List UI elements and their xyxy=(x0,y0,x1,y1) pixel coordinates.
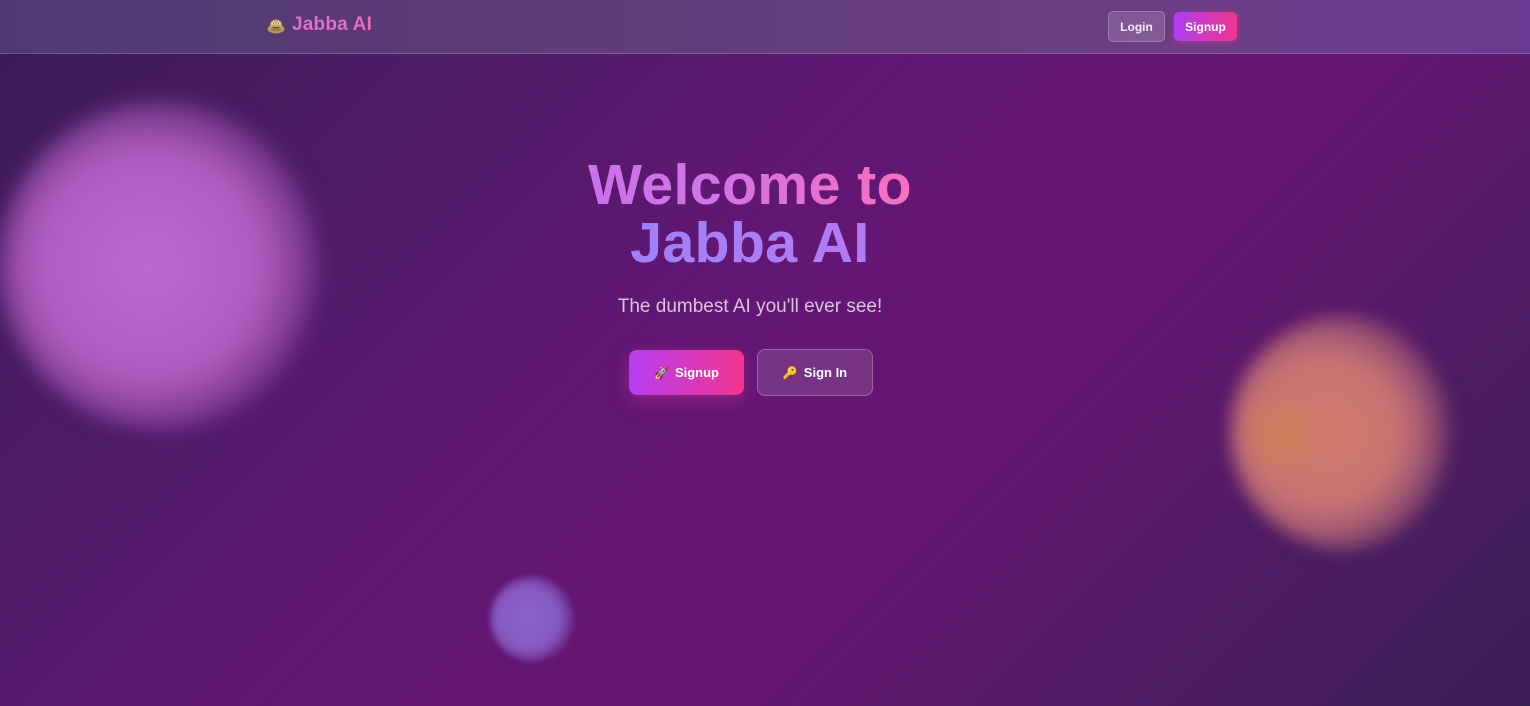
brand-logo[interactable]: Jabba AI xyxy=(266,14,372,36)
hero-title-line1: Welcome to xyxy=(465,156,1035,214)
hero-subtitle: The dumbest AI you'll ever see! xyxy=(617,296,883,317)
brand-name: Jabba AI xyxy=(292,14,373,35)
nav-signup-button[interactable]: Signup xyxy=(1174,12,1237,41)
background-blob-violet xyxy=(490,576,575,661)
hero-signup-button[interactable]: 🚀 Signup xyxy=(629,350,744,395)
hero-title-line2: Jabba AI xyxy=(465,214,1035,272)
hero-title: Welcome to Jabba AI xyxy=(465,156,1035,272)
rocket-icon: 🚀 xyxy=(654,365,669,380)
background-blob-orange-core xyxy=(1245,380,1315,490)
background-blob-orange xyxy=(1230,315,1465,550)
hero-signin-label: Sign In xyxy=(803,365,848,380)
background-blob-pink xyxy=(0,100,330,430)
key-icon: 🔑 xyxy=(782,365,798,380)
hero-signin-button[interactable]: 🔑 Sign In xyxy=(757,349,873,396)
top-navbar: Jabba AI Login Signup xyxy=(0,0,1530,54)
jabba-icon xyxy=(267,19,285,34)
hero-signup-label: Signup xyxy=(674,365,719,380)
login-button[interactable]: Login xyxy=(1108,11,1165,42)
